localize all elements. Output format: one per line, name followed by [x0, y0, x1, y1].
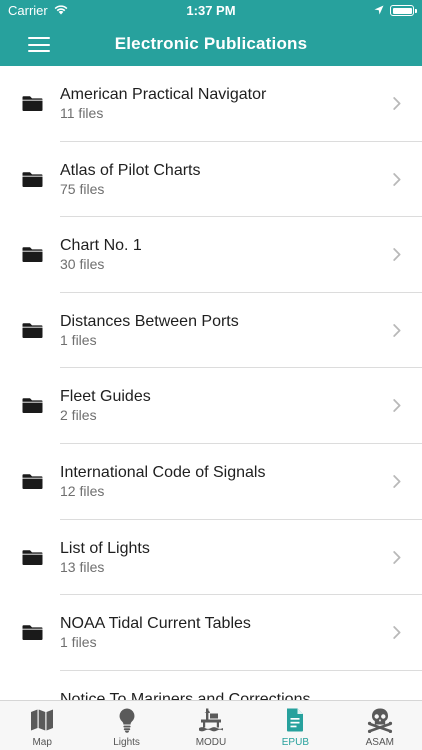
tab-map[interactable]: Map — [0, 701, 84, 750]
publication-row[interactable]: Notice To Mariners and Corrections — [0, 671, 422, 700]
tab-lights[interactable]: Lights — [84, 701, 168, 750]
publication-title: List of Lights — [60, 539, 150, 557]
chevron-right-icon — [393, 323, 401, 337]
folder-icon — [22, 95, 43, 112]
row-text: List of Lights 13 files — [60, 539, 382, 576]
document-icon — [282, 707, 308, 733]
publication-row[interactable]: International Code of Signals 12 files — [0, 444, 422, 520]
publication-title: Atlas of Pilot Charts — [60, 161, 201, 179]
publication-row[interactable]: Distances Between Ports 1 files — [0, 293, 422, 369]
battery-icon — [390, 5, 417, 16]
row-text: Notice To Mariners and Corrections — [60, 690, 382, 700]
folder-icon — [22, 397, 43, 414]
chevron-right-icon — [393, 475, 401, 488]
row-text: Chart No. 1 30 files — [60, 236, 382, 273]
tab-label: ASAM — [365, 737, 394, 748]
file-count: 13 files — [60, 558, 105, 575]
publication-title: American Practical Navigator — [60, 86, 267, 103]
publication-title: Fleet Guides — [60, 388, 151, 406]
app: Carrier 1:37 PM Electronic Publications — [0, 0, 422, 750]
publication-row[interactable]: List of Lights 13 files — [0, 520, 422, 596]
folder-icon — [22, 549, 43, 566]
chevron-right-icon — [393, 248, 401, 262]
publication-row[interactable]: NOAA Tidal Current Tables 1 files — [0, 595, 422, 671]
publication-list[interactable]: American Practical Navigator 11 files Atla… — [0, 66, 422, 700]
row-text: Fleet Guides 2 files — [60, 387, 382, 424]
chevron-right-icon — [393, 97, 401, 110]
row-text: American Practical Navigator 11 files — [60, 85, 382, 122]
folder-icon — [22, 473, 43, 490]
file-count: 75 files — [60, 180, 105, 197]
tab-bar: Map Lights MODU EPUB ASAM — [0, 700, 422, 750]
tab-modu[interactable]: MODU — [169, 701, 253, 750]
folder-icon — [22, 624, 43, 641]
file-count: 2 files — [60, 407, 97, 424]
file-count: 12 files — [60, 482, 105, 499]
file-count: 11 files — [60, 105, 104, 121]
tab-asam[interactable]: ASAM — [338, 701, 422, 750]
status-bar: Carrier 1:37 PM — [0, 0, 422, 22]
publication-row[interactable]: Chart No. 1 30 files — [0, 217, 422, 293]
battery-fill — [392, 7, 412, 14]
row-text: NOAA Tidal Current Tables 1 files — [60, 614, 382, 651]
publication-title: Distances Between Ports — [60, 312, 239, 330]
header: Carrier 1:37 PM Electronic Publications — [0, 0, 422, 66]
page-title: Electronic Publications — [114, 34, 308, 53]
skull-crossbones-icon — [367, 707, 393, 734]
location-arrow-icon — [374, 5, 384, 15]
chevron-right-icon — [393, 399, 401, 413]
publication-row[interactable]: Fleet Guides 2 files — [0, 368, 422, 444]
file-count: 1 files — [60, 331, 97, 348]
publication-row[interactable]: American Practical Navigator 11 files — [0, 66, 422, 142]
tab-label: Map — [32, 737, 52, 748]
chevron-right-icon — [393, 550, 401, 564]
map-icon — [29, 707, 55, 733]
tab-label: MODU — [195, 737, 227, 748]
publication-row[interactable]: Atlas of Pilot Charts 75 files — [0, 142, 422, 218]
nav-bar: Electronic Publications — [0, 22, 422, 66]
row-text: International Code of Signals 12 files — [60, 463, 382, 500]
oil-rig-icon — [198, 707, 224, 733]
publication-title: NOAA Tidal Current Tables — [60, 615, 251, 633]
tab-label: EPUB — [281, 737, 309, 748]
tab-label: Lights — [113, 737, 140, 748]
folder-icon — [22, 171, 43, 188]
chevron-right-icon — [393, 626, 401, 640]
chevron-right-icon — [393, 172, 401, 186]
file-count: 1 files — [60, 634, 97, 651]
tab-epub[interactable]: EPUB — [253, 701, 337, 750]
lightbulb-icon — [114, 707, 140, 733]
publication-title: International Code of Signals — [60, 463, 266, 481]
row-text: Atlas of Pilot Charts 75 files — [60, 161, 382, 198]
file-count: 30 files — [60, 256, 105, 273]
folder-icon — [22, 322, 43, 339]
status-time: 1:37 PM — [186, 3, 236, 18]
publication-title: Chart No. 1 — [60, 237, 142, 255]
folder-icon — [22, 246, 43, 263]
publication-title: Notice To Mariners and Corrections — [60, 690, 311, 700]
row-text: Distances Between Ports 1 files — [60, 312, 382, 349]
